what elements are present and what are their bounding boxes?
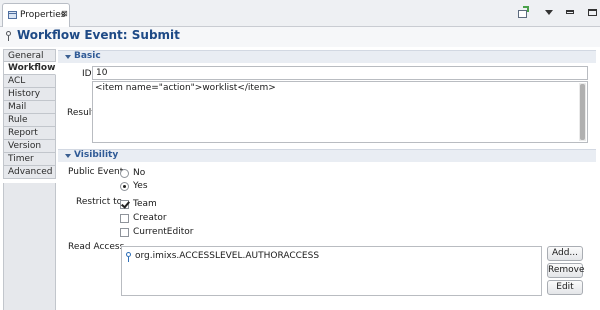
side-tab-version[interactable]: Version [3, 140, 56, 153]
side-tab-general[interactable]: General [3, 49, 56, 62]
key-icon [126, 252, 131, 262]
restrict-currenteditor-checkbox[interactable] [120, 228, 129, 237]
basic-section-label: Basic [74, 51, 101, 61]
expand-triangle-icon [65, 55, 71, 59]
expand-triangle-icon [65, 154, 71, 158]
read-access-label: Read Access [68, 242, 125, 252]
side-tab-acl[interactable]: ACL [3, 75, 56, 88]
side-tab-workflow[interactable]: Workflow [3, 62, 56, 75]
public-no-label: No [133, 168, 146, 178]
id-field[interactable]: 10 [92, 66, 588, 80]
properties-view-tab-label: Properties [20, 10, 66, 20]
id-label: ID [82, 69, 92, 79]
result-scrollbar[interactable] [579, 83, 586, 141]
edit-button[interactable]: Edit [547, 280, 583, 295]
pin-to-selection-icon[interactable] [516, 6, 530, 20]
view-menu-icon[interactable] [542, 6, 556, 20]
visibility-section-label: Visibility [74, 150, 119, 160]
minimize-icon[interactable] [564, 6, 578, 20]
properties-title-bar: Workflow Event: Submit [0, 27, 600, 47]
read-access-list[interactable]: org.imixs.ACCESSLEVEL.AUTHORACCESS [121, 246, 542, 296]
page-title: Workflow Event: Submit [17, 28, 180, 42]
side-tab-list: General Workflow ACL History Mail Rule R… [3, 49, 56, 179]
restrict-to-label: Restrict to [76, 197, 123, 207]
side-tab-history[interactable]: History [3, 88, 56, 101]
maximize-icon[interactable] [586, 6, 600, 20]
public-event-label: Public Event [68, 167, 124, 177]
side-tab-report[interactable]: Report [3, 127, 56, 140]
side-tab-rule[interactable]: Rule [3, 114, 56, 127]
result-text: <item name="action">worklist</item> [95, 83, 276, 93]
restrict-creator-label: Creator [133, 213, 167, 223]
side-tab-mail[interactable]: Mail [3, 101, 56, 114]
read-access-item-text: org.imixs.ACCESSLEVEL.AUTHORACCESS [135, 251, 320, 261]
public-yes-label: Yes [133, 181, 148, 191]
public-yes-radio[interactable] [120, 182, 129, 191]
side-tab-background [3, 183, 56, 310]
result-scroll-thumb[interactable] [580, 84, 585, 140]
basic-section-header[interactable]: Basic [58, 50, 596, 63]
result-label: Result [67, 108, 95, 118]
properties-content: Basic ID 10 Result <item name="action">w… [58, 48, 596, 310]
properties-view-tab[interactable]: Properties ⊠ [2, 3, 70, 27]
restrict-currenteditor-label: CurrentEditor [133, 227, 194, 237]
side-tab-timer[interactable]: Timer [3, 153, 56, 166]
event-key-icon [6, 31, 12, 41]
close-icon[interactable]: ⊠ [61, 9, 68, 18]
view-tab-strip: Properties ⊠ [0, 0, 600, 27]
restrict-team-label: Team [133, 199, 157, 209]
add-button[interactable]: Add... [547, 246, 583, 261]
result-textarea[interactable]: <item name="action">worklist</item> [92, 81, 588, 143]
remove-button[interactable]: Remove [547, 263, 585, 278]
restrict-team-checkbox[interactable] [120, 200, 129, 209]
properties-view-icon [8, 11, 17, 19]
side-tab-advanced[interactable]: Advanced [3, 166, 56, 179]
restrict-creator-checkbox[interactable] [120, 214, 129, 223]
public-no-radio[interactable] [120, 169, 129, 178]
visibility-section-header[interactable]: Visibility [58, 149, 596, 162]
